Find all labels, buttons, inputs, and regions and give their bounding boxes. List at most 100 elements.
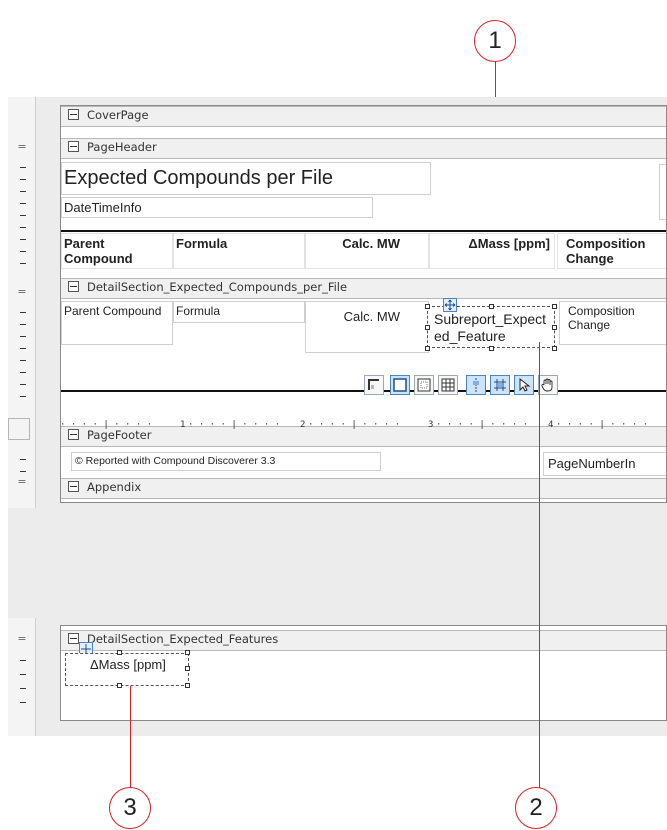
collapse-icon[interactable] (68, 481, 79, 492)
resize-handle[interactable] (425, 304, 430, 309)
page-number-field[interactable]: PageNumberIn (543, 452, 666, 476)
resize-handle[interactable] (117, 683, 122, 688)
header-right-box[interactable] (659, 164, 666, 220)
column-header-parent[interactable]: Parent Compound (61, 233, 173, 269)
ruler-label: 3 (428, 420, 434, 430)
report-title-text: Expected Compounds per File (64, 167, 334, 189)
ruler-tick (20, 471, 26, 472)
ruler-tick (20, 702, 26, 703)
column-header-text: Calc. MW (342, 236, 400, 251)
resize-handle[interactable] (185, 666, 190, 671)
vertical-ruler-bottom: = (8, 618, 36, 736)
callout-2-line (539, 342, 540, 790)
band-pageheader[interactable]: PageHeader (61, 138, 666, 159)
ruler-tick (20, 312, 26, 313)
ruler-tick (20, 179, 26, 180)
ruler-label: 4 (548, 420, 554, 430)
designer-toolbar (364, 369, 667, 401)
report-design-surface[interactable]: CoverPage PageHeader Expected Compounds … (60, 105, 667, 503)
band-marker-icon: = (17, 285, 27, 298)
band-detail-features[interactable]: DetailSection_Expected_Features (61, 630, 666, 651)
detail-field-parent[interactable]: Parent Compound (61, 301, 173, 345)
grid-icon[interactable] (438, 375, 458, 395)
small-grid-icon[interactable] (414, 375, 434, 395)
detail-field-formula[interactable]: Formula (173, 301, 305, 323)
hand-icon[interactable] (538, 375, 558, 395)
band-label: Appendix (87, 480, 142, 494)
column-header-top-rule (61, 230, 666, 232)
move-handle-icon[interactable] (443, 298, 457, 312)
resize-handle[interactable] (185, 650, 190, 655)
column-header-delta-mass[interactable]: ΔMass [ppm] (429, 233, 555, 269)
column-header-formula[interactable]: Formula (173, 233, 305, 269)
snap-grid-icon[interactable] (490, 375, 510, 395)
ruler-tick (20, 324, 26, 325)
column-header-text: Parent Compound (64, 236, 133, 266)
snap-lines-icon[interactable] (466, 375, 486, 395)
ruler-tick (20, 251, 26, 252)
report-title-field[interactable]: Expected Compounds per File (61, 162, 431, 195)
datetime-text: DateTimeInfo (64, 200, 142, 215)
resize-handle[interactable] (489, 304, 494, 309)
ruler-tick (20, 396, 26, 397)
callout-3: 3 (109, 787, 151, 829)
resize-handle[interactable] (552, 346, 557, 351)
band-label: DetailSection_Expected_Compounds_per_Fil… (87, 280, 348, 294)
band-appendix[interactable]: Appendix (61, 478, 666, 499)
resize-handle[interactable] (552, 325, 557, 330)
horizontal-ruler: · · · · | · · · · 1 · · · · | · · · · 2 … (0, 420, 667, 434)
ruler-tick (20, 239, 26, 240)
ruler-tick (20, 384, 26, 385)
band-label: DetailSection_Expected_Features (87, 632, 279, 646)
collapse-icon[interactable] (68, 141, 79, 152)
resize-handle[interactable] (552, 304, 557, 309)
corner-icon[interactable] (364, 375, 384, 395)
subreport-design-surface[interactable]: DetailSection_Expected_Features ΔMass [p… (60, 625, 667, 721)
column-header-text: ΔMass [ppm] (468, 236, 550, 251)
collapse-icon[interactable] (68, 633, 79, 644)
resize-handle[interactable] (185, 683, 190, 688)
callout-1: 1 (474, 20, 516, 62)
column-header-composition[interactable]: Composition Change (557, 233, 666, 269)
resize-handle[interactable] (425, 325, 430, 330)
band-detail-compounds[interactable]: DetailSection_Expected_Compounds_per_Fil… (61, 278, 666, 299)
ruler-label: 1 (180, 420, 186, 430)
collapse-icon[interactable] (68, 281, 79, 292)
ruler-tick (20, 660, 26, 661)
callout-2: 2 (515, 787, 557, 829)
ruler-tick (20, 215, 26, 216)
column-header-text: Formula (176, 236, 228, 251)
copyright-field[interactable]: © Reported with Compound Discoverer 3.3 (71, 452, 381, 471)
ruler-tick (20, 203, 26, 204)
page-number-text: PageNumberIn (548, 456, 636, 471)
vertical-ruler-top: = = = = (8, 97, 36, 508)
band-coverpage[interactable]: CoverPage (61, 106, 666, 127)
resize-handle[interactable] (489, 346, 494, 351)
resize-handle[interactable] (425, 346, 430, 351)
band-label: PageHeader (87, 140, 157, 154)
ruler-tick (20, 459, 26, 460)
ruler-tick (20, 688, 26, 689)
band-label: CoverPage (87, 108, 149, 122)
column-header-text: Composition Change (566, 236, 646, 266)
resize-handle[interactable] (117, 650, 122, 655)
box-icon[interactable] (390, 375, 410, 395)
copyright-text: © Reported with Compound Discoverer 3.3 (75, 455, 276, 467)
detail-field-calc-mw[interactable]: Calc. MW (305, 301, 429, 353)
band-marker-icon: = (17, 140, 27, 153)
callout-3-line (130, 686, 131, 790)
subreport-expected-feature[interactable]: Subreport_Expected_Feature (427, 306, 555, 348)
ruler-tick (20, 336, 26, 337)
ruler-tick (20, 167, 26, 168)
detail-field-composition[interactable]: Composition Change (559, 301, 666, 345)
pointer-icon[interactable] (514, 375, 534, 395)
ruler-tick (20, 191, 26, 192)
delta-mass-field[interactable]: ΔMass [ppm] (65, 653, 189, 686)
ruler-tick (20, 227, 26, 228)
column-header-calc-mw[interactable]: Calc. MW (305, 233, 429, 269)
detail-field-text: Parent Compound (64, 304, 162, 318)
collapse-icon[interactable] (68, 109, 79, 120)
ruler-tick (20, 348, 26, 349)
datetime-field[interactable]: DateTimeInfo (61, 197, 373, 218)
delta-mass-text: ΔMass [ppm] (90, 657, 166, 672)
